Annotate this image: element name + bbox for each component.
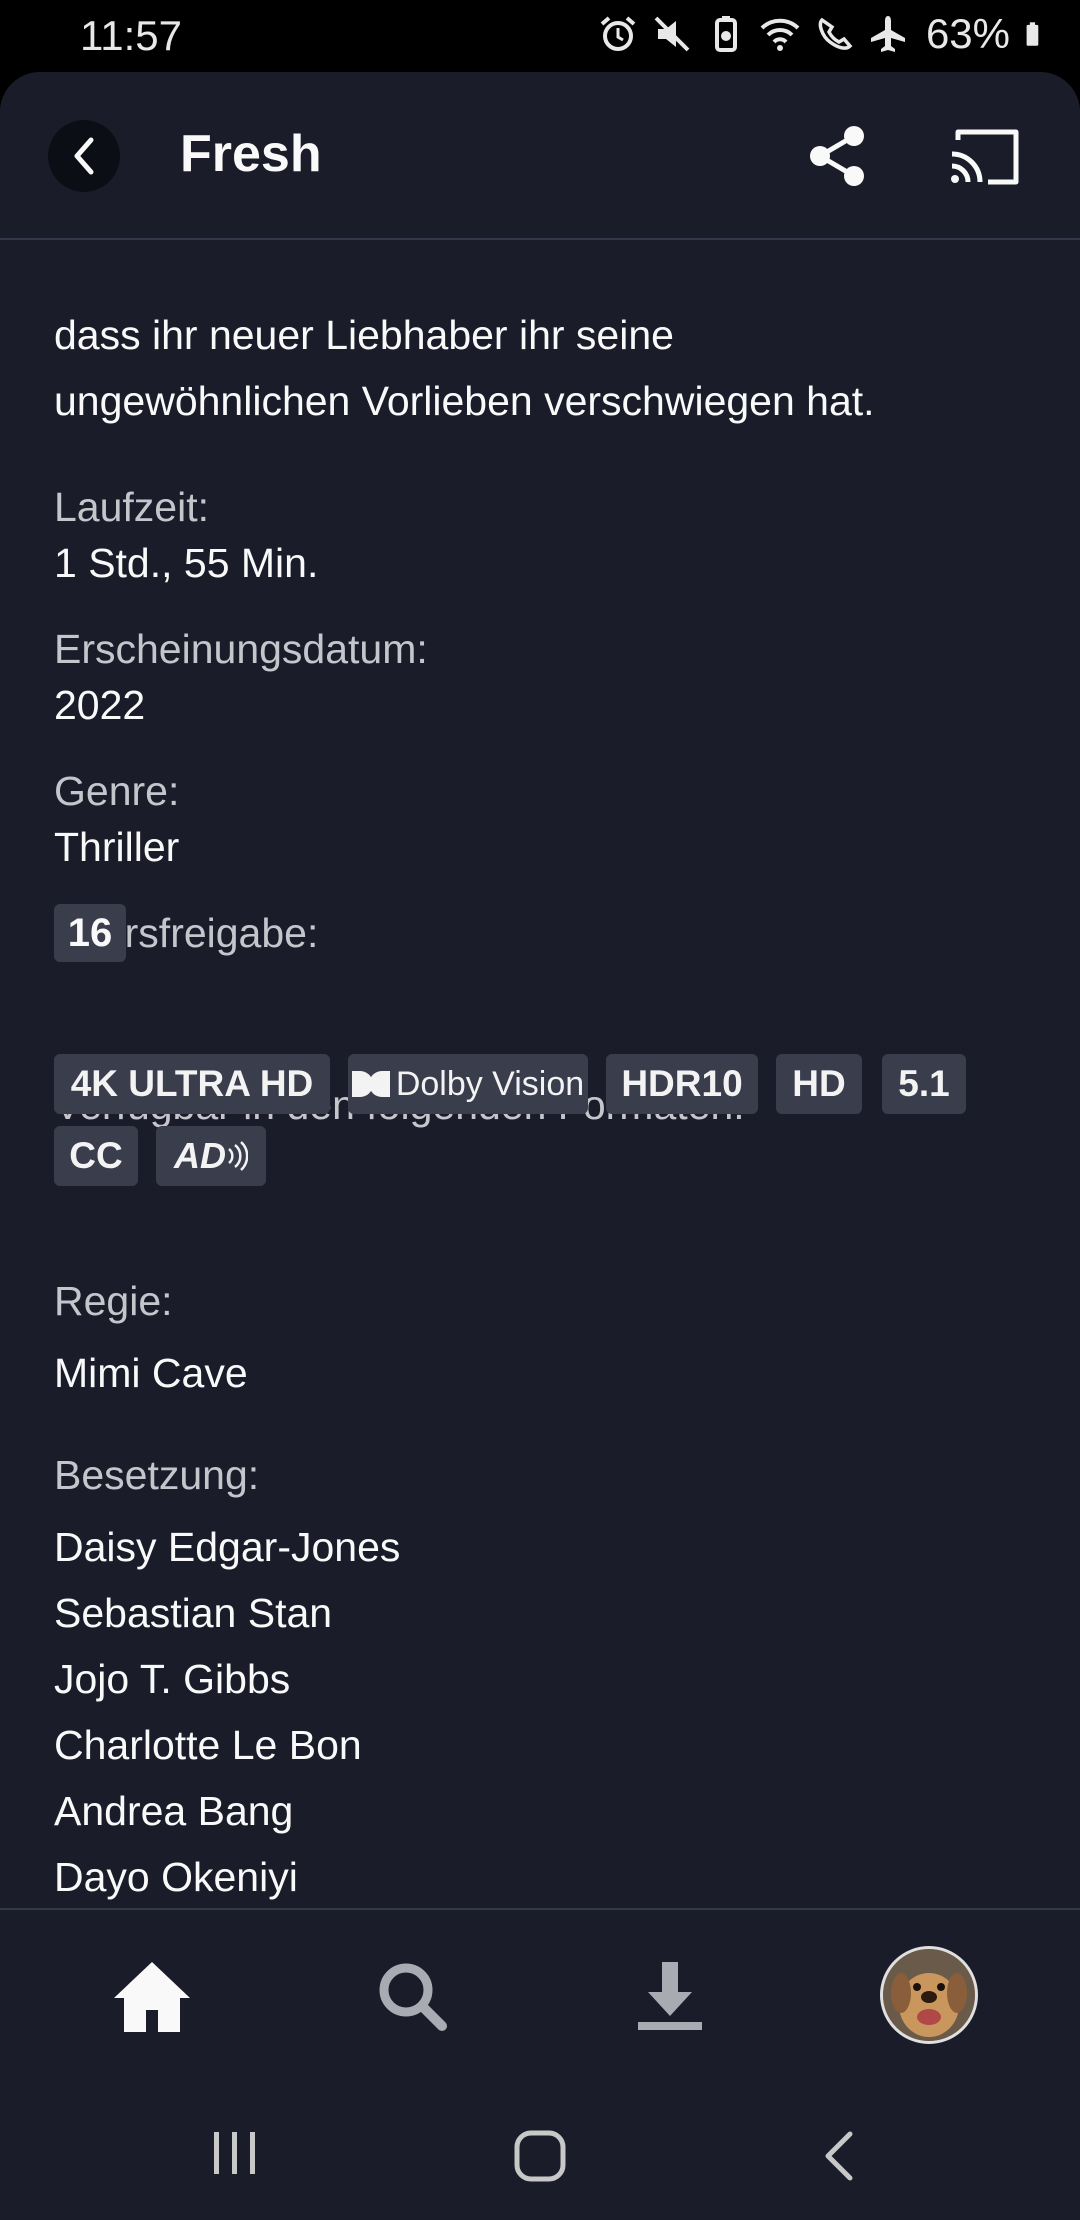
- release-value: 2022: [54, 682, 146, 728]
- avatar[interactable]: [880, 1946, 978, 2044]
- genre-value: Thriller: [54, 824, 180, 870]
- cast-icon[interactable]: [948, 126, 1020, 188]
- search-icon[interactable]: [370, 1954, 454, 2038]
- app-screen: dass ihr neuer Liebhaber ihr seine ungew…: [0, 72, 1080, 2220]
- description: dass ihr neuer Liebhaber ihr seine ungew…: [54, 302, 875, 434]
- age-rating-badge: 16: [54, 904, 126, 962]
- cast-member: Andrea Bang: [54, 1788, 294, 1834]
- alarm-icon: [600, 16, 636, 51]
- cast-member: Sebastian Stan: [54, 1590, 333, 1636]
- format-badge-dolby-vision: Dolby Vision: [348, 1054, 588, 1114]
- home-icon[interactable]: [110, 1954, 194, 2038]
- download-icon[interactable]: [628, 1954, 712, 2038]
- home-button-icon[interactable]: [512, 2128, 568, 2184]
- bottom-navigation: [0, 1908, 1080, 2080]
- runtime-value: 1 Std., 55 Min.: [54, 540, 319, 586]
- battery-saver-icon: [714, 16, 737, 52]
- format-badge-4k: 4K ULTRA HD: [54, 1054, 330, 1114]
- cast-member: Charlotte Le Bon: [54, 1722, 362, 1768]
- release-label: Erscheinungsdatum:: [54, 626, 428, 672]
- format-badge-hdr10: HDR10: [606, 1054, 758, 1114]
- status-icons: 63%: [598, 10, 1050, 58]
- page-title: Fresh: [180, 125, 322, 183]
- format-badge-cc: CC: [54, 1126, 138, 1186]
- cast-member: Daisy Edgar-Jones: [54, 1524, 401, 1570]
- format-badge-hd: HD: [776, 1054, 862, 1114]
- recent-apps-icon[interactable]: [210, 2128, 260, 2178]
- mute-icon: [654, 16, 690, 52]
- genre-label: Genre:: [54, 768, 180, 814]
- runtime-label: Laufzeit:: [54, 484, 209, 530]
- status-bar: 11:57 63%: [0, 0, 1080, 72]
- battery-icon: [1026, 22, 1039, 46]
- format-badge-audio-description: AD: [156, 1126, 266, 1186]
- battery-percent: 63%: [925, 10, 1010, 57]
- dolby-icon: [351, 1071, 390, 1097]
- back-button[interactable]: [48, 120, 120, 192]
- director-value: Mimi Cave: [54, 1350, 248, 1396]
- cast-member: Jojo T. Gibbs: [54, 1656, 291, 1702]
- description-line-1: dass ihr neuer Liebhaber ihr seine: [54, 312, 674, 358]
- dolby-vision-label: Dolby Vision: [395, 1064, 585, 1103]
- chevron-left-icon: [74, 137, 94, 175]
- status-time: 11:57: [80, 12, 182, 59]
- cast-member: Dayo Okeniyi: [54, 1854, 298, 1900]
- app-header: Fresh: [0, 72, 1080, 240]
- audio-description-label: AD: [174, 1135, 226, 1176]
- audio-waves-icon: [228, 1141, 248, 1171]
- system-navigation-bar: [0, 2078, 1080, 2220]
- wifi-call-icon: [818, 17, 853, 50]
- profile-avatar-icon: [883, 1949, 975, 2041]
- wifi-icon: [760, 18, 800, 51]
- cast-label: Besetzung:: [54, 1452, 260, 1498]
- description-line-2: ungewöhnlichen Vorlieben verschwiegen ha…: [54, 378, 875, 424]
- format-badge-surround: 5.1: [882, 1054, 966, 1114]
- share-icon[interactable]: [806, 124, 870, 188]
- airplane-icon: [870, 16, 905, 52]
- director-label: Regie:: [54, 1278, 173, 1324]
- system-back-icon[interactable]: [820, 2128, 860, 2184]
